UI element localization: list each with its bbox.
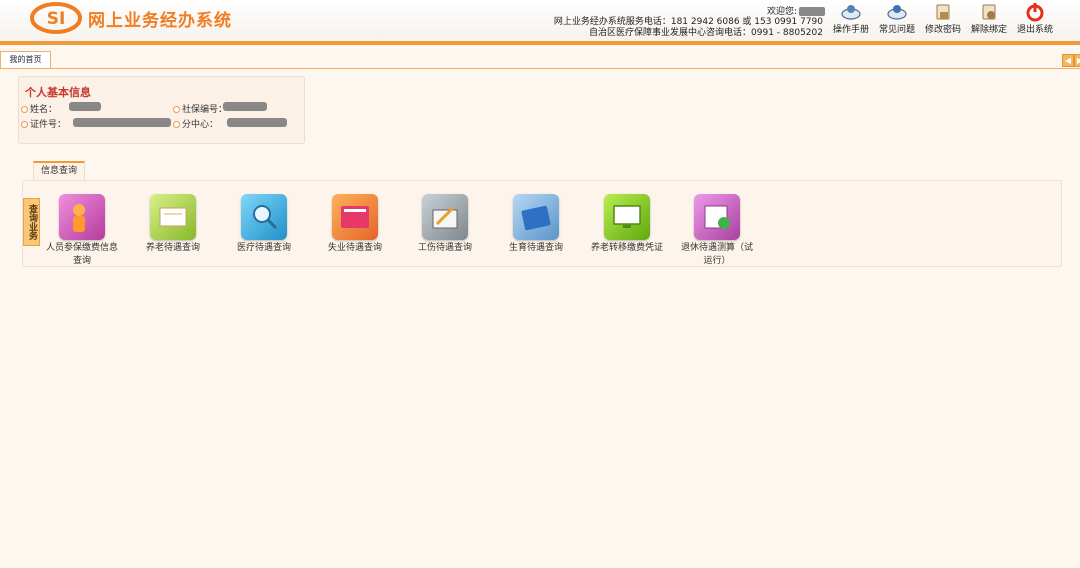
- pension-icon: [150, 194, 196, 240]
- change-password-button[interactable]: 修改密码: [920, 2, 966, 35]
- faq-button[interactable]: 常见问题: [874, 2, 920, 35]
- logout-button[interactable]: 退出系统: [1012, 2, 1058, 35]
- username-redacted: [799, 7, 825, 16]
- branch-field: 分中心：: [173, 117, 218, 130]
- service-maternity[interactable]: 生育待遇查询: [491, 194, 581, 255]
- injury-icon: [422, 194, 468, 240]
- faq-icon: [887, 5, 907, 20]
- medical-search-icon: [241, 194, 287, 240]
- branch-redacted: [227, 118, 287, 127]
- ssn-field: 社保编号：: [173, 102, 227, 115]
- header-divider: [0, 41, 1080, 45]
- person-insurance-icon: [59, 194, 105, 240]
- bullet-icon: [173, 106, 180, 113]
- retirement-calc-icon: [694, 194, 740, 240]
- service-medical[interactable]: 医疗待遇查询: [219, 194, 309, 255]
- change-password-icon: [936, 4, 950, 20]
- unemployment-book-icon: [332, 194, 378, 240]
- welcome-text: 欢迎您:: [750, 4, 825, 17]
- service-pension[interactable]: 养老待遇查询: [128, 194, 218, 255]
- bullet-icon: [21, 121, 28, 128]
- unbind-button[interactable]: 解除绑定: [966, 2, 1012, 35]
- id-field: 证件号：: [21, 117, 66, 130]
- power-icon: [1026, 3, 1044, 22]
- bullet-icon: [21, 106, 28, 113]
- personal-info-title: 个人基本信息: [25, 86, 91, 99]
- header: SI 网上业务经办系统 欢迎您: 网上业务经办系统服务电话：181 2942 6…: [0, 0, 1080, 42]
- ssn-redacted: [223, 102, 267, 111]
- service-work-injury[interactable]: 工伤待遇查询: [400, 194, 490, 255]
- si-logo-icon: SI: [30, 2, 82, 34]
- tab-strip: 我的首页 ◀ ▶: [0, 51, 1080, 69]
- tab-home[interactable]: 我的首页: [0, 51, 51, 68]
- service-person-insurance[interactable]: 人员参保缴费信息查询: [37, 194, 127, 268]
- hotline-line-1: 网上业务经办系统服务电话：181 2942 6086 或 153 0991 77…: [553, 17, 823, 27]
- svg-text:SI: SI: [47, 9, 66, 29]
- unbind-icon: [982, 4, 996, 20]
- monitor-icon: [604, 194, 650, 240]
- hotline-info: 网上业务经办系统服务电话：181 2942 6086 或 153 0991 77…: [554, 17, 823, 39]
- manual-icon: [841, 5, 861, 20]
- name-field: 姓名：: [21, 102, 57, 115]
- name-redacted: [69, 102, 101, 111]
- manual-button[interactable]: 操作手册: [828, 2, 874, 35]
- personal-info-panel: 个人基本信息 姓名： 社保编号： 证件号： 分中心：: [18, 76, 305, 144]
- hotline-line-2: 自治区医疗保障事业发展中心咨询电话：0991 - 8805202: [589, 28, 823, 38]
- id-redacted: [73, 118, 171, 127]
- tab-scroll-left-button[interactable]: ◀: [1062, 54, 1074, 67]
- tab-scroll-right-button[interactable]: ▶: [1074, 54, 1080, 67]
- bullet-icon: [173, 121, 180, 128]
- service-pension-transfer[interactable]: 养老转移缴费凭证: [582, 194, 672, 255]
- app-title: 网上业务经办系统: [88, 11, 232, 31]
- maternity-book-icon: [513, 194, 559, 240]
- service-retirement-calc[interactable]: 退休待遇测算（试运行）: [672, 194, 762, 268]
- tab-info-query[interactable]: 信息查询: [33, 161, 85, 181]
- service-unemployment[interactable]: 失业待遇查询: [310, 194, 400, 255]
